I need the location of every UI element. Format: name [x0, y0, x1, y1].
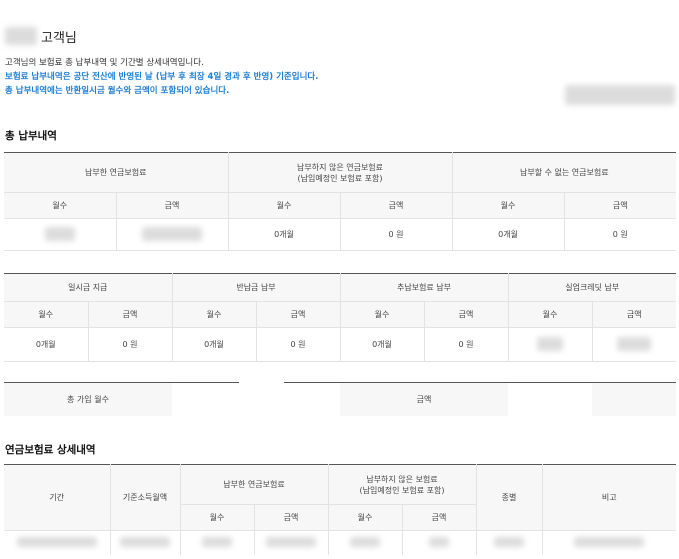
masked-value	[142, 226, 202, 241]
total-months-table: 총 가입 월수	[4, 382, 239, 416]
total-payment-table: 납부한 연금보험료 납부하지 않은 연금보험료 (납입예정인 보험료 포함) 납…	[4, 152, 677, 251]
paid-amount-value	[116, 218, 229, 251]
unpaid-months-header: 월수	[228, 192, 341, 219]
extra-payment-header: 추납보험료 납부	[340, 273, 509, 302]
total-amount-label: 금액	[340, 382, 508, 416]
total-amount-spacer	[284, 383, 340, 416]
total-amount-extra	[592, 382, 676, 416]
detail-paid-header: 납부한 연금보험료	[180, 464, 329, 505]
unpaid-premium-label: 납부하지 않은 연금보험료	[296, 162, 384, 172]
intro-line-2: 보험료 납부내역은 공단 전산에 반영된 날 (납부 후 최장 4일 경과 후 …	[5, 72, 319, 82]
return-amount-header: 금액	[256, 301, 341, 328]
greeting: 고객님	[5, 26, 77, 46]
unpaid-premium-header: 납부하지 않은 연금보험료 (납입예정인 보험료 포함)	[228, 152, 453, 193]
table-row	[4, 530, 676, 555]
total-section-title: 총 납부내역	[5, 130, 57, 142]
detail-unpaid-sub: (납입예정인 보험료 포함)	[359, 485, 445, 495]
note-header: 비고	[542, 464, 676, 531]
masked-value	[429, 536, 449, 547]
masked-detail-cell	[180, 530, 255, 555]
masked-customer-name	[5, 27, 37, 45]
cannot-pay-header: 납부할 수 없는 연금보험료	[452, 152, 677, 193]
intro-line-1: 고객님의 보험료 총 납부내역 및 기간별 상세내역입니다.	[5, 58, 204, 68]
credit-amount-value	[592, 327, 676, 362]
total-months-label: 총 가입 월수	[4, 382, 172, 416]
total-amount-table: 금액	[284, 382, 676, 416]
masked-value	[266, 536, 316, 547]
base-income-header: 기준소득월액	[110, 464, 181, 531]
credit-months-value	[508, 327, 593, 362]
detail-unpaid-months-header: 월수	[328, 504, 403, 531]
paid-premium-header: 납부한 연금보험료	[4, 152, 229, 193]
masked-detail-cell	[476, 530, 543, 555]
return-months-value: 0개월	[172, 327, 257, 362]
total-months-value	[172, 383, 239, 416]
cannot-months-header: 월수	[452, 192, 565, 219]
extra-months-value: 0개월	[340, 327, 425, 362]
masked-value	[120, 536, 170, 547]
unpaid-amount-header: 금액	[340, 192, 453, 219]
credit-months-header: 월수	[508, 301, 593, 328]
unpaid-premium-sub: (납입예정인 보험료 포함)	[297, 173, 383, 183]
detail-paid-amount-header: 금액	[254, 504, 329, 531]
extra-amount-value: 0 원	[424, 327, 509, 362]
masked-value	[44, 226, 75, 241]
lump-amount-value: 0 원	[88, 327, 173, 362]
masked-detail-cell	[328, 530, 403, 555]
paid-amount-header: 금액	[116, 192, 229, 219]
masked-detail-cell	[254, 530, 329, 555]
return-payment-header: 반납금 납부	[172, 273, 341, 302]
masked-detail-cell	[542, 531, 676, 555]
detail-table: 기간 기준소득월액 납부한 연금보험료 납부하지 않은 보험료 (납입예정인 보…	[4, 464, 676, 555]
greeting-suffix: 고객님	[41, 30, 77, 46]
detail-section-title: 연금보험료 상세내역	[5, 444, 96, 456]
return-amount-value: 0 원	[256, 327, 341, 362]
masked-value	[537, 336, 563, 351]
masked-value	[350, 536, 380, 547]
lump-months-value: 0개월	[4, 327, 89, 362]
unpaid-months-value: 0개월	[228, 218, 341, 251]
extra-months-header: 월수	[340, 301, 425, 328]
lump-months-header: 월수	[4, 301, 89, 328]
masked-value	[16, 536, 97, 547]
type-header: 종별	[476, 464, 543, 531]
masked-detail-cell	[4, 530, 111, 555]
masked-value	[574, 536, 645, 547]
lump-amount-header: 금액	[88, 301, 173, 328]
paid-months-value	[4, 218, 117, 251]
masked-value	[202, 536, 232, 547]
unpaid-amount-value: 0 원	[340, 218, 453, 251]
masked-value	[494, 536, 524, 547]
detail-unpaid-amount-header: 금액	[402, 504, 477, 531]
masked-value	[617, 336, 652, 351]
period-header: 기간	[4, 464, 111, 531]
cannot-amount-value: 0 원	[564, 218, 677, 251]
cannot-amount-header: 금액	[564, 192, 677, 219]
detail-unpaid-label: 납부하지 않은 보험료	[366, 474, 438, 484]
extra-amount-header: 금액	[424, 301, 509, 328]
detail-unpaid-header: 납부하지 않은 보험료 (납입예정인 보험료 포함)	[328, 464, 477, 505]
return-months-header: 월수	[172, 301, 257, 328]
credit-amount-header: 금액	[592, 301, 676, 328]
intro-line-3: 총 납부내역에는 반환일시금 월수와 금액이 포함되어 있습니다.	[5, 86, 230, 96]
total-amount-value	[508, 383, 592, 416]
intro-text: 고객님의 보험료 총 납부내역 및 기간별 상세내역입니다. 보험료 납부내역은…	[5, 56, 318, 98]
special-payment-table: 일시금 지급 반납금 납부 추납보험료 납부 실업크레딧 납부 월수 금액 월수…	[4, 273, 676, 362]
paid-months-header: 월수	[4, 192, 117, 219]
masked-info-right	[565, 85, 675, 105]
unemployment-credit-header: 실업크레딧 납부	[508, 273, 676, 302]
masked-detail-cell	[402, 530, 477, 555]
masked-detail-cell	[110, 530, 181, 555]
cannot-months-value: 0개월	[452, 218, 565, 251]
detail-paid-months-header: 월수	[180, 504, 255, 531]
lump-sum-header: 일시금 지급	[4, 273, 173, 302]
